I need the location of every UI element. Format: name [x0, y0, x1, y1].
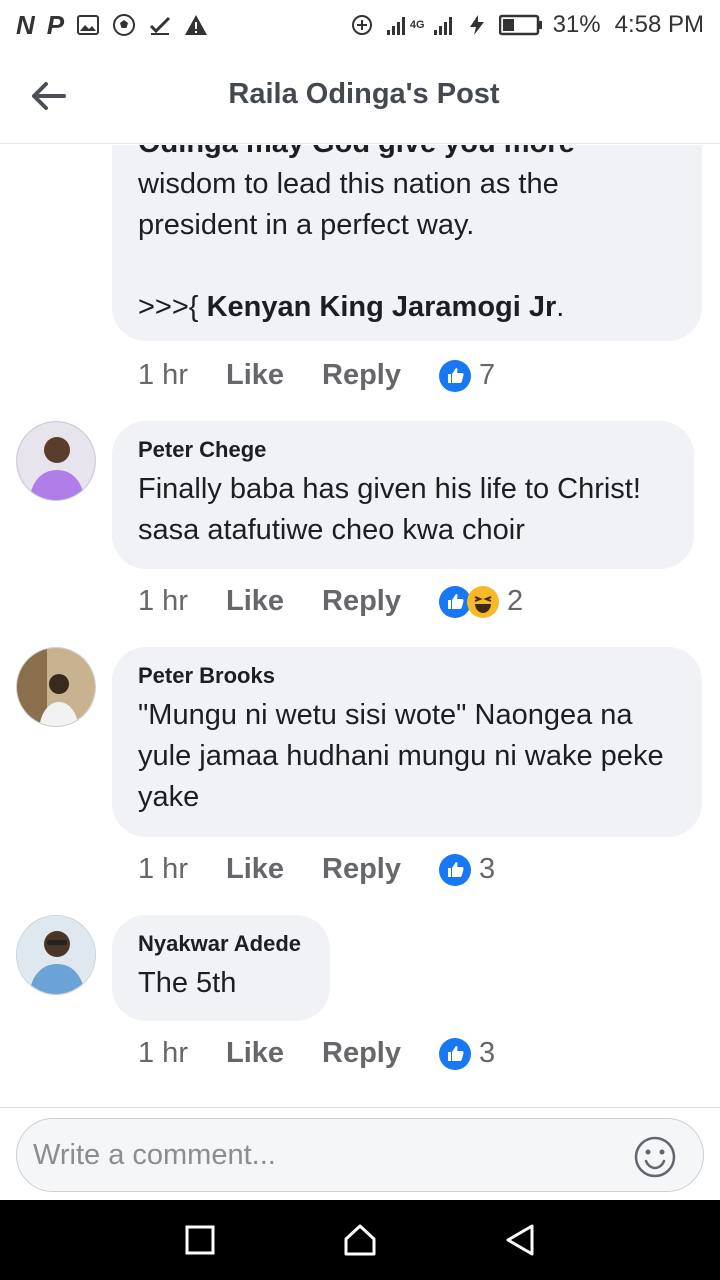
- comment-text: The 5th: [138, 967, 237, 999]
- square-icon: [185, 1225, 215, 1255]
- like-button[interactable]: Like: [226, 1037, 284, 1070]
- battery-icon: [498, 14, 542, 36]
- reaction-count: 7: [479, 359, 496, 391]
- reactions-summary[interactable]: 3: [439, 853, 495, 886]
- like-reaction-icon: [439, 1037, 471, 1070]
- status-app-letter-p: P: [46, 9, 65, 40]
- system-nav-bar: [0, 1200, 720, 1280]
- reactions-summary[interactable]: 7: [439, 359, 495, 392]
- comment-composer-bar: Write a comment...: [0, 1107, 720, 1200]
- reaction-count: 3: [479, 1037, 496, 1069]
- signoff-name: Kenyan King Jaramogi Jr: [206, 291, 557, 323]
- emoji-smiley-icon[interactable]: [633, 1135, 677, 1179]
- comment-actions: 1 hr Like Reply 3: [138, 853, 495, 886]
- avatar-person-icon: [17, 648, 95, 726]
- comment-bubble: Nyakwar Adede The 5th: [112, 915, 330, 1021]
- comment-input-placeholder: Write a comment...: [33, 1139, 276, 1171]
- back-nav-button[interactable]: [500, 1220, 540, 1260]
- like-reaction-icon: [439, 359, 471, 392]
- comment-signoff: >>>{ Kenyan King Jaramogi Jr.: [138, 291, 565, 323]
- avatar-person-icon: [17, 916, 95, 994]
- like-button[interactable]: Like: [226, 585, 284, 618]
- comment-text: wisdom to lead this nation as the presid…: [138, 168, 559, 241]
- reply-button[interactable]: Reply: [322, 585, 401, 618]
- avatar[interactable]: [16, 915, 96, 995]
- warning-icon: [185, 15, 208, 35]
- reaction-count: 2: [507, 585, 524, 617]
- page-title: Raila Odinga's Post: [228, 78, 500, 110]
- reactions-summary[interactable]: 3: [439, 1037, 495, 1070]
- battery-percentage: 31%: [552, 11, 601, 38]
- image-icon: [77, 15, 100, 35]
- comment-time: 1 hr: [138, 585, 188, 617]
- triangle-back-icon: [506, 1224, 534, 1256]
- reaction-count: 3: [479, 853, 496, 885]
- reactions-summary[interactable]: 2: [439, 585, 523, 618]
- soccer-ball-icon: [113, 14, 136, 36]
- checkmark-icon: [150, 16, 171, 35]
- comment-author[interactable]: Nyakwar Adede: [138, 931, 304, 957]
- reply-button[interactable]: Reply: [322, 1037, 401, 1070]
- comment-bubble: Odinga may God give you more wisdom to l…: [112, 145, 702, 341]
- data-saver-icon: [351, 15, 372, 35]
- status-time: 4:58 PM: [614, 11, 704, 38]
- status-bar: N P 4G 31% 4:58 PM: [0, 0, 720, 50]
- avatar-person-icon: [17, 422, 95, 500]
- comment-text: "Mungu ni wetu sisi wote" Naongea na yul…: [138, 699, 664, 813]
- comment-actions: 1 hr Like Reply 2: [138, 585, 523, 618]
- reply-button[interactable]: Reply: [322, 359, 401, 392]
- comment-time: 1 hr: [138, 1037, 188, 1069]
- avatar[interactable]: [16, 647, 96, 727]
- reply-button[interactable]: Reply: [322, 853, 401, 886]
- home-icon: [344, 1224, 376, 1256]
- recents-button[interactable]: [180, 1220, 220, 1260]
- signal-4g-icon: [433, 17, 452, 35]
- comment-bubble: Peter Chege Finally baba has given his l…: [112, 421, 694, 569]
- avatar[interactable]: [16, 421, 96, 501]
- comment-bubble: Peter Brooks "Mungu ni wetu sisi wote" N…: [112, 647, 702, 837]
- status-app-letter-n: N: [16, 9, 35, 40]
- comments-list[interactable]: Odinga may God give you more wisdom to l…: [0, 145, 720, 1107]
- comment-actions: 1 hr Like Reply 7: [138, 359, 495, 392]
- home-button[interactable]: [340, 1220, 380, 1260]
- like-button[interactable]: Like: [226, 359, 284, 392]
- comment-time: 1 hr: [138, 359, 188, 391]
- network-type-label: 4G: [409, 19, 425, 31]
- haha-reaction-icon: [467, 585, 499, 618]
- comment-text: Finally baba has given his life to Chris…: [138, 473, 641, 546]
- comment-author[interactable]: Peter Brooks: [138, 663, 676, 689]
- comment-actions: 1 hr Like Reply 3: [138, 1037, 495, 1070]
- comment-truncated-line: Odinga may God give you more: [138, 145, 676, 164]
- signal-icon: [386, 17, 405, 35]
- comment-time: 1 hr: [138, 853, 188, 885]
- like-reaction-icon: [439, 853, 471, 886]
- charging-bolt-icon: [469, 15, 484, 35]
- post-header: Raila Odinga's Post: [0, 50, 720, 144]
- comment-author[interactable]: Peter Chege: [138, 437, 668, 463]
- like-button[interactable]: Like: [226, 853, 284, 886]
- comment-input[interactable]: Write a comment...: [16, 1118, 704, 1192]
